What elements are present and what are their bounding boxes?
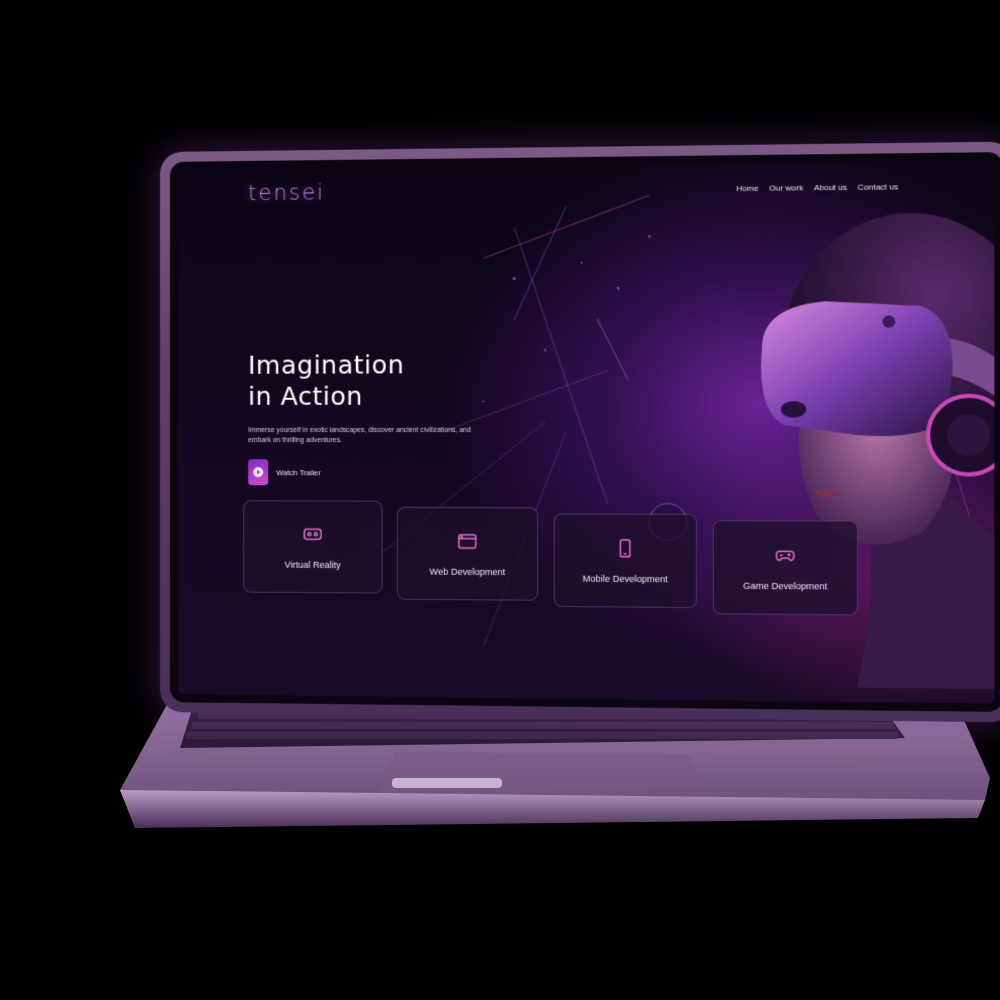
play-icon [253,467,264,478]
screen-bezel: tensei Home Our work About us Contact us… [169,152,1000,712]
nav-about-us[interactable]: About us [814,182,847,192]
main-nav: Home Our work About us Contact us [736,182,898,193]
service-label: Virtual Reality [284,559,341,571]
smartphone-icon [614,537,637,560]
service-label: Mobile Development [582,573,668,585]
vr-headset-icon [302,524,324,546]
laptop-lid: tensei Home Our work About us Contact us… [160,141,1000,723]
site-header: tensei Home Our work About us Contact us [178,160,994,217]
nav-our-work[interactable]: Our work [769,183,803,193]
watch-trailer-button[interactable]: Watch Trailer [248,459,492,486]
trailer-thumbnail[interactable] [248,459,269,486]
service-label: Web Development [429,566,506,578]
services-row: Virtual Reality Web Development Mobile D… [243,500,883,626]
watch-trailer-label: Watch Trailer [276,467,321,477]
website-screen: tensei Home Our work About us Contact us… [177,160,995,704]
service-label: Game Development [743,580,828,592]
service-card-game-development[interactable]: Game Development [712,520,859,616]
service-card-mobile-development[interactable]: Mobile Development [553,513,698,609]
nav-contact-us[interactable]: Contact us [858,182,899,192]
service-card-virtual-reality[interactable]: Virtual Reality [243,500,383,594]
brand-logo[interactable]: tensei [248,180,325,205]
browser-window-icon [456,530,479,552]
gamepad-icon [774,544,797,567]
hero-section: Imagination in Action Immerse yourself i… [248,349,492,486]
hero-title-line-2: in Action [248,381,363,411]
hero-description: Immerse yourself in exotic landscapes, d… [248,426,471,444]
service-card-web-development[interactable]: Web Development [396,506,539,601]
hero-title: Imagination in Action [248,349,492,412]
vr-hero-illustration [605,211,995,690]
laptop-mockup: tensei Home Our work About us Contact us… [0,0,1000,1000]
nav-home[interactable]: Home [736,183,758,192]
hero-title-line-1: Imagination [248,350,405,380]
